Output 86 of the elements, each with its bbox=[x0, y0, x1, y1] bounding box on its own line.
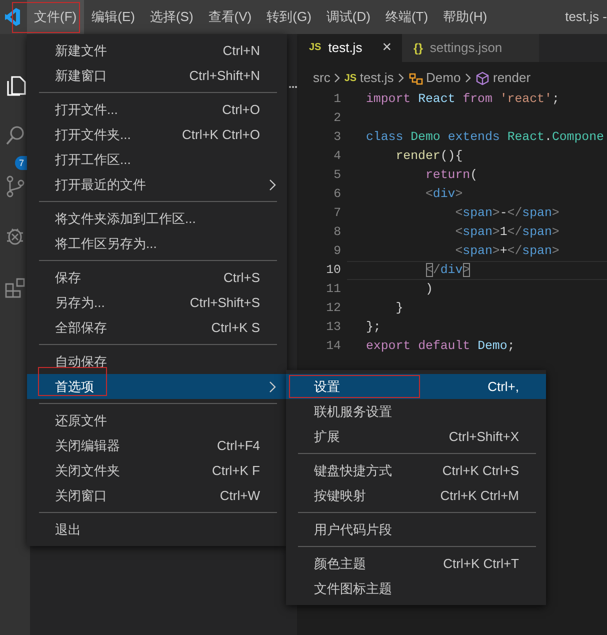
highlight-frame bbox=[38, 367, 107, 396]
more-icon bbox=[288, 85, 297, 89]
menu-item[interactable]: 打开最近的文件 bbox=[27, 172, 287, 197]
code-line: render(){ bbox=[394, 148, 464, 165]
menu-item[interactable]: 打开文件... Ctrl+O bbox=[27, 97, 287, 122]
highlight-frame bbox=[12, 2, 80, 33]
breadcrumb-item[interactable]: src bbox=[313, 68, 330, 88]
menu-item[interactable]: 新建窗口 Ctrl+Shift+N bbox=[27, 63, 287, 88]
menu-item[interactable]: 将工作区另存为... bbox=[27, 231, 287, 256]
menu-bar-item[interactable]: 选择(S) bbox=[142, 0, 201, 34]
menu-item[interactable]: 打开文件夹... Ctrl+K Ctrl+O bbox=[27, 122, 287, 147]
code-line: class Demo extends React.Compone bbox=[365, 129, 605, 146]
line-number: 10 bbox=[325, 262, 342, 279]
menu-item[interactable]: 关闭窗口 Ctrl+W bbox=[27, 483, 287, 508]
line-number: 11 bbox=[325, 281, 342, 298]
notification-badge: 7 bbox=[15, 156, 28, 170]
menu-item[interactable]: 新建文件 Ctrl+N bbox=[27, 38, 287, 63]
menu-item[interactable]: 保存 Ctrl+S bbox=[27, 265, 287, 290]
code-line: ) bbox=[424, 281, 434, 298]
menu-item[interactable]: 自动保存 bbox=[27, 349, 287, 374]
code-line: import React from 'react'; bbox=[365, 91, 560, 108]
line-number: 3 bbox=[332, 129, 342, 146]
menu-bar-item[interactable]: 帮助(H) bbox=[436, 0, 495, 34]
editor-tab[interactable]: {} settings.json bbox=[402, 34, 540, 62]
chevron-icon bbox=[334, 73, 340, 83]
code-line: <span>1</span> bbox=[454, 224, 560, 241]
line-number: 2 bbox=[332, 110, 342, 127]
tab-label: test.js bbox=[328, 39, 362, 57]
menu-item[interactable]: 关闭编辑器 Ctrl+F4 bbox=[27, 433, 287, 458]
editor-tab[interactable]: JS test.js × bbox=[297, 34, 402, 62]
line-number: 4 bbox=[332, 148, 342, 165]
menu-item[interactable]: 用户代码片段 bbox=[286, 517, 546, 542]
menu-item[interactable]: 联机服务设置 bbox=[286, 399, 546, 424]
files-icon bbox=[4, 74, 27, 97]
menu-item[interactable]: 扩展 Ctrl+Shift+X bbox=[286, 424, 546, 449]
chevron-icon bbox=[398, 73, 404, 83]
menu-bar-item[interactable]: 查看(V) bbox=[200, 0, 260, 34]
menu-item[interactable]: 另存为... Ctrl+Shift+S bbox=[27, 290, 287, 315]
tab-label: settings.json bbox=[430, 39, 502, 57]
breadcrumb-item[interactable]: Demo bbox=[408, 68, 461, 88]
breadcrumb-item[interactable]: JS test.js bbox=[344, 68, 394, 88]
code-line: <span>-</span> bbox=[454, 205, 560, 222]
source-control-icon bbox=[4, 175, 27, 198]
menu-item[interactable]: 关闭文件夹 Ctrl+K F bbox=[27, 458, 287, 483]
menu-bar-item[interactable]: 文件(F) bbox=[26, 0, 84, 34]
code-line: return( bbox=[424, 167, 479, 184]
class-icon bbox=[408, 70, 423, 86]
search-icon bbox=[4, 124, 27, 147]
code-line: }; bbox=[365, 319, 382, 336]
line-number: 8 bbox=[332, 224, 342, 241]
menu-item[interactable]: 键盘快捷方式 Ctrl+K Ctrl+S bbox=[286, 458, 546, 483]
file-type-icon: JS bbox=[309, 34, 322, 62]
line-number: 7 bbox=[332, 205, 342, 222]
menu-item[interactable]: 打开工作区... bbox=[27, 147, 287, 172]
method-icon bbox=[474, 70, 490, 86]
file-type-icon: {} bbox=[414, 34, 423, 62]
menu-bar-item[interactable]: 终端(T) bbox=[378, 0, 436, 34]
line-number: 14 bbox=[325, 338, 342, 355]
line-number: 1 bbox=[332, 91, 342, 108]
menu-bar-item[interactable]: 编辑(E) bbox=[84, 0, 142, 34]
line-number: 12 bbox=[325, 300, 342, 317]
menu-bar-item[interactable]: 转到(G) bbox=[259, 0, 319, 34]
menu-item[interactable]: 颜色主题 Ctrl+K Ctrl+T bbox=[286, 551, 546, 576]
chevron-icon bbox=[464, 73, 471, 83]
close-button[interactable]: × bbox=[382, 34, 392, 62]
menu-item[interactable]: 首选项 bbox=[27, 374, 287, 399]
file-type-icon: JS bbox=[344, 70, 357, 86]
menu-item[interactable]: 全部保存 Ctrl+K S bbox=[27, 315, 287, 340]
menu-item[interactable]: 按键映射 Ctrl+K Ctrl+M bbox=[286, 483, 546, 508]
menu-bar-item[interactable]: 调试(D) bbox=[318, 0, 378, 34]
code-line: <span>+</span> bbox=[454, 243, 560, 260]
menu-item[interactable]: 文件图标主题 bbox=[286, 576, 546, 601]
line-number: 6 bbox=[332, 186, 342, 203]
extensions-icon bbox=[4, 276, 27, 299]
line-number: 13 bbox=[325, 319, 342, 336]
code-line: } bbox=[394, 300, 404, 317]
menu-item[interactable]: 设置 Ctrl+, bbox=[286, 374, 546, 399]
menu-item[interactable]: 还原文件 bbox=[27, 408, 287, 433]
menu-item[interactable]: 退出 bbox=[27, 517, 287, 542]
code-line: <div> bbox=[424, 186, 464, 203]
code-line: export default Demo; bbox=[365, 338, 516, 355]
line-number: 5 bbox=[332, 167, 342, 184]
menu-item[interactable]: 将文件夹添加到工作区... bbox=[27, 206, 287, 231]
breadcrumb-item[interactable]: render bbox=[474, 68, 531, 88]
window-title: test.js - bbox=[565, 8, 607, 26]
line-number: 9 bbox=[332, 243, 342, 260]
